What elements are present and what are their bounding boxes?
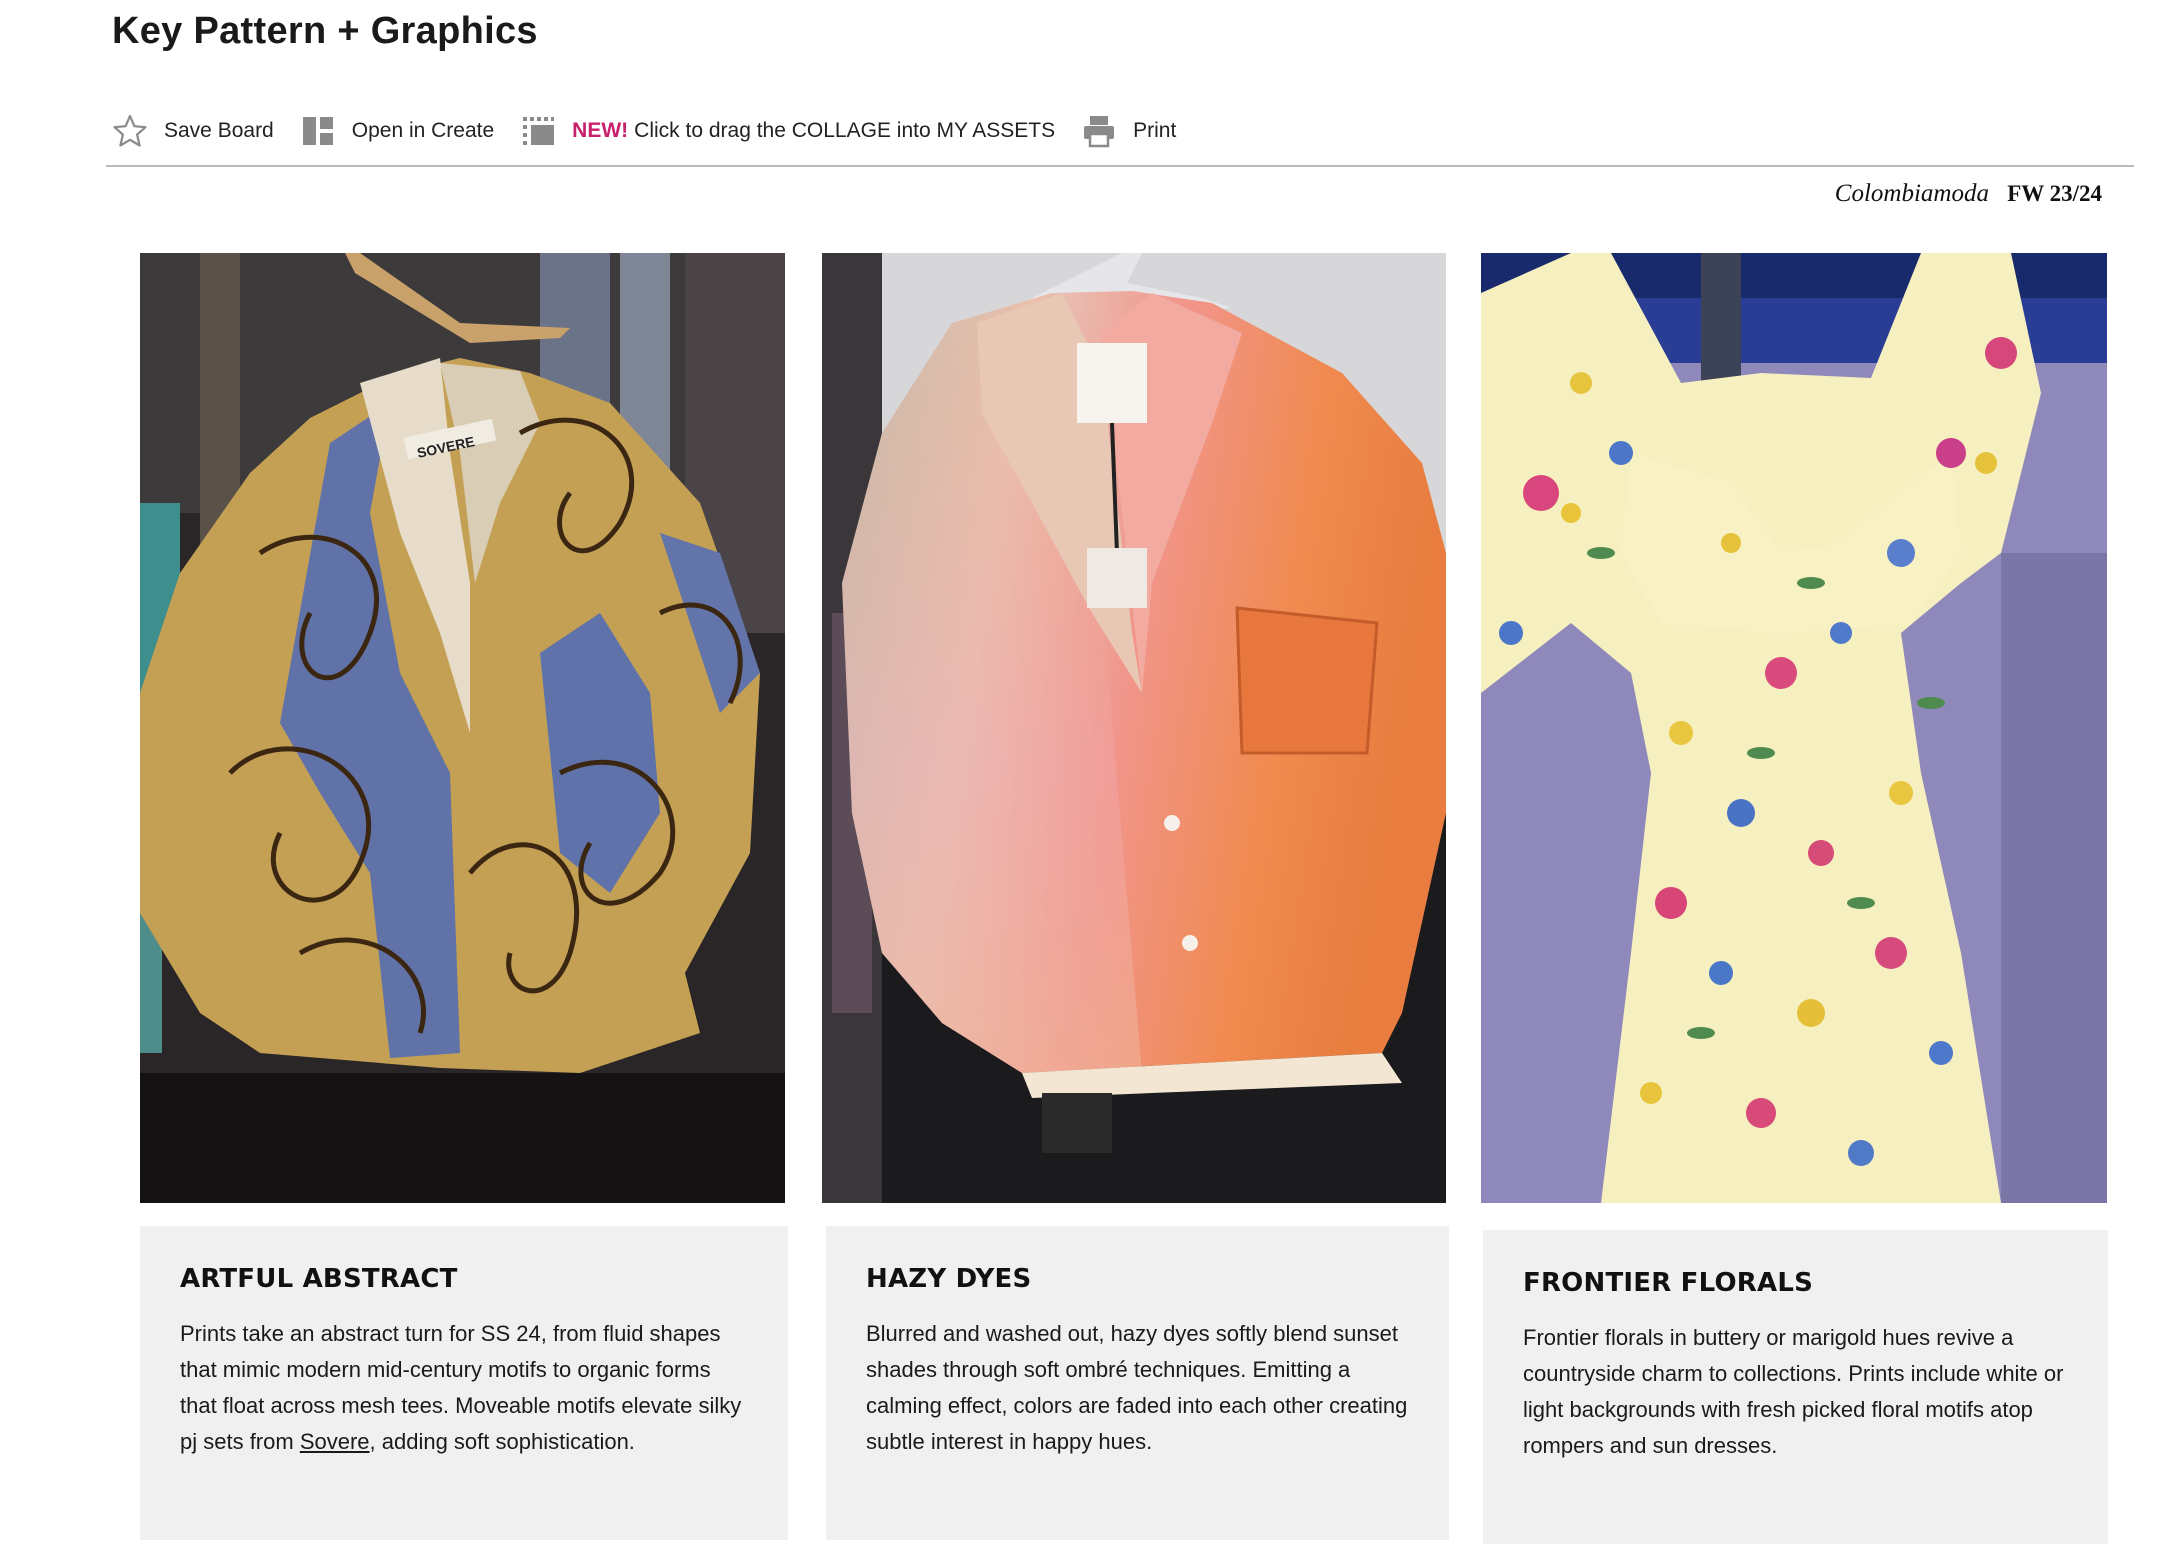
photo-artful-abstract[interactable]: SOVERE xyxy=(140,253,785,1203)
source-brand: Colombiamoda xyxy=(1834,180,1989,207)
card-description: Prints take an abstract turn for SS 24, … xyxy=(180,1316,748,1460)
board-toolbar: Save Board Open in Create NEW! Click to … xyxy=(112,110,1202,152)
print-icon xyxy=(1081,113,1117,149)
save-board-button[interactable]: Save Board xyxy=(112,113,274,149)
source-credit: Colombiamoda FW 23/24 xyxy=(1835,180,2102,208)
card-artful-abstract: ARTFUL ABSTRACT Prints take an abstract … xyxy=(140,1226,788,1540)
card-frontier-florals: FRONTIER FLORALS Frontier florals in but… xyxy=(1483,1230,2108,1544)
page-title: Key Pattern + Graphics xyxy=(112,10,538,52)
card-title: HAZY DYES xyxy=(866,1264,1032,1294)
print-button[interactable]: Print xyxy=(1081,113,1176,149)
card-title: ARTFUL ABSTRACT xyxy=(180,1264,458,1294)
card-description: Blurred and washed out, hazy dyes softly… xyxy=(866,1321,1408,1454)
hazy-dye-shirt-image xyxy=(822,253,1446,1203)
photo-hazy-dyes[interactable] xyxy=(822,253,1446,1203)
new-badge: NEW! xyxy=(572,119,629,142)
star-icon xyxy=(112,113,148,149)
open-in-create-button[interactable]: Open in Create xyxy=(300,113,494,149)
card-title: FRONTIER FLORALS xyxy=(1523,1268,1814,1298)
open-in-create-label: Open in Create xyxy=(351,119,495,142)
card-description: Frontier florals in buttery or marigold … xyxy=(1523,1325,2064,1458)
toolbar-divider xyxy=(106,165,2134,167)
save-board-label: Save Board xyxy=(164,119,274,142)
drag-collage-label: Click to drag the COLLAGE into MY ASSETS xyxy=(634,119,1056,142)
drag-collage-button[interactable]: NEW! Click to drag the COLLAGE into MY A… xyxy=(520,113,1055,149)
card-text-end: , adding soft sophistication. xyxy=(369,1429,635,1454)
photo-frontier-florals[interactable] xyxy=(1481,253,2107,1203)
source-season: FW 23/24 xyxy=(2007,181,2102,206)
card-hazy-dyes: HAZY DYES Blurred and washed out, hazy d… xyxy=(826,1226,1449,1540)
floral-dress-image xyxy=(1481,253,2107,1203)
open-in-create-icon xyxy=(300,113,336,149)
sovere-link[interactable]: Sovere xyxy=(300,1429,370,1454)
print-label: Print xyxy=(1133,119,1177,142)
abstract-shirt-image: SOVERE xyxy=(140,253,785,1203)
collage-drag-icon xyxy=(520,113,556,149)
